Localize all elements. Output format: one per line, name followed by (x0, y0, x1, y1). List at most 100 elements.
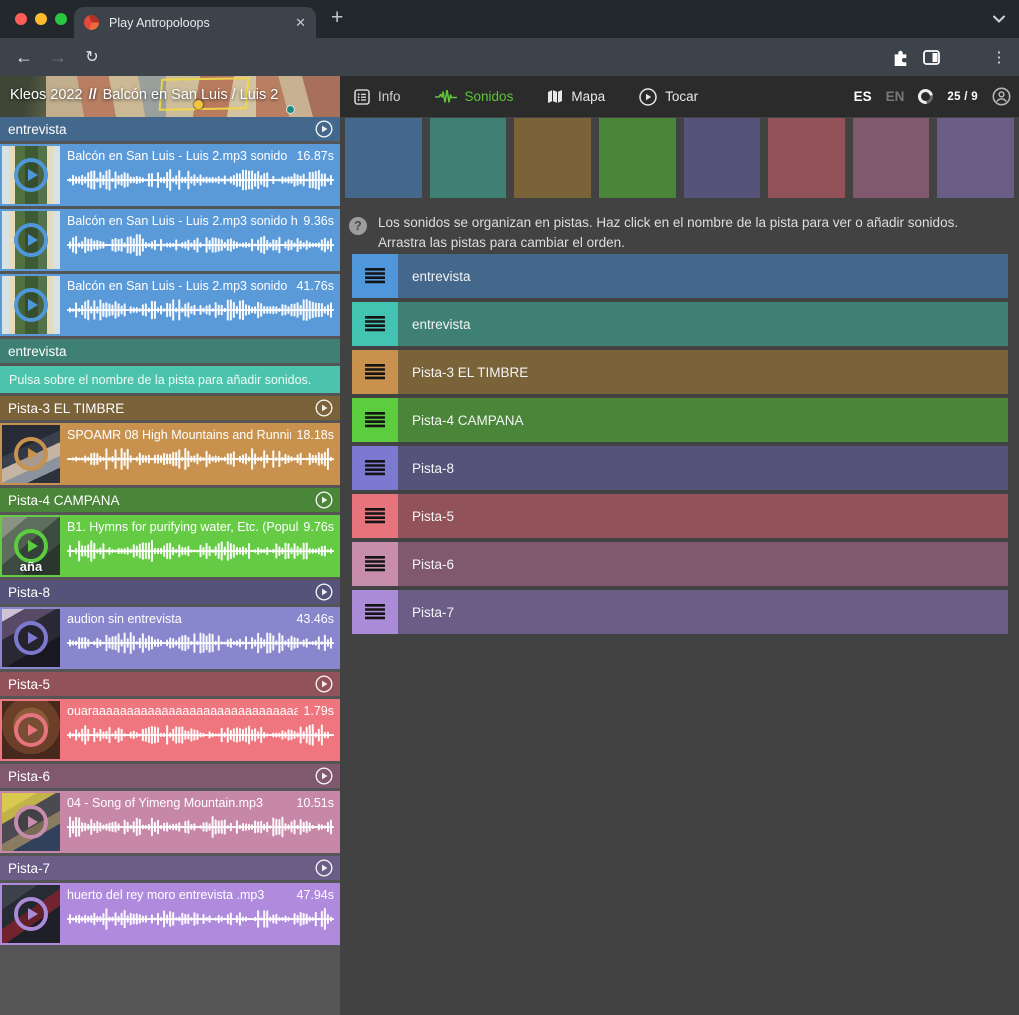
track-play-button[interactable] (315, 120, 333, 138)
clip-duration: 9.36s (303, 214, 334, 228)
track-header[interactable]: Pista-3 EL TIMBRE (0, 396, 340, 420)
track-row[interactable]: Pista-5 (352, 494, 1008, 538)
track-row[interactable]: entrevista (352, 302, 1008, 346)
track-row-body[interactable]: Pista-7 (398, 590, 1008, 634)
track-header[interactable]: Pista-4 CAMPANA (0, 488, 340, 512)
track-drag-cell[interactable] (352, 350, 398, 394)
track-color-swatch (514, 118, 591, 198)
clip-waveform (67, 906, 334, 932)
clip[interactable]: 04 - Song of Yimeng Mountain.mp310.51s (0, 791, 340, 853)
track-drag-cell[interactable] (352, 590, 398, 634)
drag-handle-icon[interactable] (365, 604, 385, 620)
close-window-button[interactable] (15, 13, 27, 25)
track-drag-cell[interactable] (352, 398, 398, 442)
tab-tocar-label: Tocar (665, 89, 698, 104)
track-play-icon[interactable] (315, 491, 333, 509)
clip-play-button[interactable] (14, 158, 48, 192)
minimize-window-button[interactable] (35, 13, 47, 25)
side-panel-icon[interactable] (917, 38, 945, 76)
breadcrumb-project[interactable]: Kleos 2022 (10, 87, 83, 103)
browser-tab[interactable]: Play Antropoloops ✕ (74, 7, 316, 38)
clip[interactable]: Balcón en San Luis - Luis 2.mp3 sonido h… (0, 209, 340, 271)
back-icon[interactable]: ← (10, 38, 38, 76)
track-play-icon[interactable] (315, 120, 333, 138)
track-drag-cell[interactable] (352, 446, 398, 490)
track-play-icon[interactable] (315, 583, 333, 601)
clip-body: audion sin entrevista43.46s (60, 607, 340, 669)
track-play-icon[interactable] (315, 767, 333, 785)
track-row[interactable]: Pista-3 EL TIMBRE (352, 350, 1008, 394)
lang-es-button[interactable]: ES (854, 89, 872, 104)
track-row-body[interactable]: Pista-3 EL TIMBRE (398, 350, 1008, 394)
track-header[interactable]: entrevista (0, 339, 340, 363)
clip-play-button[interactable] (14, 713, 48, 747)
track-play-icon[interactable] (315, 399, 333, 417)
fullscreen-window-button[interactable] (55, 13, 67, 25)
tab-info[interactable]: Info (354, 89, 401, 105)
clip[interactable]: audion sin entrevista43.46s (0, 607, 340, 669)
extensions-puzzle-icon[interactable] (886, 38, 914, 76)
drag-handle-icon[interactable] (365, 412, 385, 428)
browser-menu-icon[interactable]: ⋮ (986, 38, 1012, 76)
drag-handle-icon[interactable] (365, 316, 385, 332)
track-drag-cell[interactable] (352, 494, 398, 538)
track-row-body[interactable]: Pista-5 (398, 494, 1008, 538)
account-icon[interactable] (992, 87, 1011, 106)
track-play-button[interactable] (315, 399, 333, 417)
lang-en-button[interactable]: EN (886, 89, 905, 104)
track-header[interactable]: Pista-7 (0, 856, 340, 880)
clip-play-button[interactable] (14, 437, 48, 471)
clip-play-button[interactable] (14, 529, 48, 563)
track-row[interactable]: Pista-7 (352, 590, 1008, 634)
reload-icon[interactable]: ↻ (78, 38, 106, 76)
track-play-button[interactable] (315, 767, 333, 785)
clip[interactable]: huerto del rey moro entrevista .mp347.94… (0, 883, 340, 945)
tab-tocar[interactable]: Tocar (639, 88, 698, 106)
clip-title: audion sin entrevista (67, 612, 291, 626)
track-row-body[interactable]: Pista-4 CAMPANA (398, 398, 1008, 442)
drag-handle-icon[interactable] (365, 508, 385, 524)
clip-play-button[interactable] (14, 223, 48, 257)
clip-play-button[interactable] (14, 897, 48, 931)
tab-close-icon[interactable]: ✕ (295, 15, 306, 31)
track-drag-cell[interactable] (352, 254, 398, 298)
clip[interactable]: Balcón en San Luis - Luis 2.mp3 sonido h… (0, 144, 340, 206)
new-tab-button[interactable]: + (331, 6, 343, 30)
drag-handle-icon[interactable] (365, 556, 385, 572)
track-header[interactable]: Pista-8 (0, 580, 340, 604)
track-play-icon[interactable] (315, 859, 333, 877)
track-row-body[interactable]: entrevista (398, 254, 1008, 298)
clip-play-button[interactable] (14, 621, 48, 655)
track-play-button[interactable] (315, 583, 333, 601)
track-row-body[interactable]: Pista-8 (398, 446, 1008, 490)
track-row-body[interactable]: entrevista (398, 302, 1008, 346)
track-play-icon[interactable] (315, 675, 333, 693)
track-row[interactable]: entrevista (352, 254, 1008, 298)
track-header[interactable]: Pista-6 (0, 764, 340, 788)
clip[interactable]: añaB1. Hymns for purifying water, Etc. (… (0, 515, 340, 577)
track-play-button[interactable] (315, 859, 333, 877)
clip-play-button[interactable] (14, 288, 48, 322)
track-drag-cell[interactable] (352, 302, 398, 346)
track-header[interactable]: Pista-5 (0, 672, 340, 696)
track-row[interactable]: Pista-6 (352, 542, 1008, 586)
forward-icon[interactable]: → (44, 38, 72, 76)
track-play-button[interactable] (315, 491, 333, 509)
track-row[interactable]: Pista-8 (352, 446, 1008, 490)
drag-handle-icon[interactable] (365, 268, 385, 284)
drag-handle-icon[interactable] (365, 460, 385, 476)
track-header[interactable]: entrevista (0, 117, 340, 141)
clip[interactable]: SPOAMR 08 High Mountains and Running ...… (0, 423, 340, 485)
tab-sonidos[interactable]: Sonidos (435, 89, 514, 104)
clip[interactable]: Balcón en San Luis - Luis 2.mp3 sonido h… (0, 274, 340, 336)
clip-waveform (67, 722, 334, 748)
drag-handle-icon[interactable] (365, 364, 385, 380)
tab-mapa[interactable]: Mapa (547, 89, 605, 104)
track-drag-cell[interactable] (352, 542, 398, 586)
track-play-button[interactable] (315, 675, 333, 693)
track-row[interactable]: Pista-4 CAMPANA (352, 398, 1008, 442)
tab-search-chevron-icon[interactable] (993, 15, 1005, 23)
clip-play-button[interactable] (14, 805, 48, 839)
clip[interactable]: ouaraaaaaaaaaaaaaaaaaaaaaaaaaaaaaaaaaa..… (0, 699, 340, 761)
track-row-body[interactable]: Pista-6 (398, 542, 1008, 586)
